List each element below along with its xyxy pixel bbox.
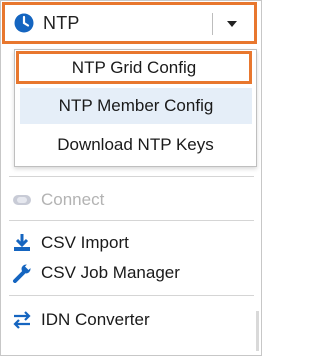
download-icon <box>11 232 33 254</box>
csv-import-button[interactable]: CSV Import <box>11 229 129 257</box>
idn-converter-label: IDN Converter <box>41 310 150 329</box>
divider <box>9 295 254 296</box>
divider <box>9 220 254 221</box>
clock-icon <box>14 13 34 33</box>
csv-job-manager-button[interactable]: CSV Job Manager <box>11 259 180 287</box>
connect-label: Connect <box>41 190 105 209</box>
ntp-label: NTP <box>43 12 80 33</box>
csv-import-label: CSV Import <box>41 233 129 252</box>
menu-item-label: NTP Grid Config <box>71 57 197 77</box>
connect-icon <box>11 189 33 211</box>
swap-arrows-icon <box>11 309 33 331</box>
divider <box>9 176 254 177</box>
ntp-dropdown-menu: NTP Grid Config NTP Member Config Downlo… <box>14 49 257 167</box>
idn-converter-button[interactable]: IDN Converter <box>11 306 150 334</box>
chevron-down-icon[interactable] <box>227 21 237 27</box>
scrollbar[interactable] <box>256 311 259 351</box>
menu-item-ntp-member-config[interactable]: NTP Member Config <box>20 88 252 124</box>
menu-item-ntp-grid-config[interactable]: NTP Grid Config <box>16 51 252 84</box>
wrench-icon <box>11 262 33 284</box>
connect-button[interactable]: Connect <box>11 186 104 214</box>
csv-job-manager-label: CSV Job Manager <box>41 263 180 282</box>
menu-item-label: Download NTP Keys <box>57 135 214 154</box>
menu-item-download-ntp-keys[interactable]: Download NTP Keys <box>15 127 256 163</box>
ntp-split-button[interactable]: NTP <box>2 2 257 44</box>
split-separator <box>212 13 213 35</box>
ntp-main-button[interactable]: NTP <box>8 8 208 38</box>
menu-item-label: NTP Member Config <box>58 96 214 115</box>
